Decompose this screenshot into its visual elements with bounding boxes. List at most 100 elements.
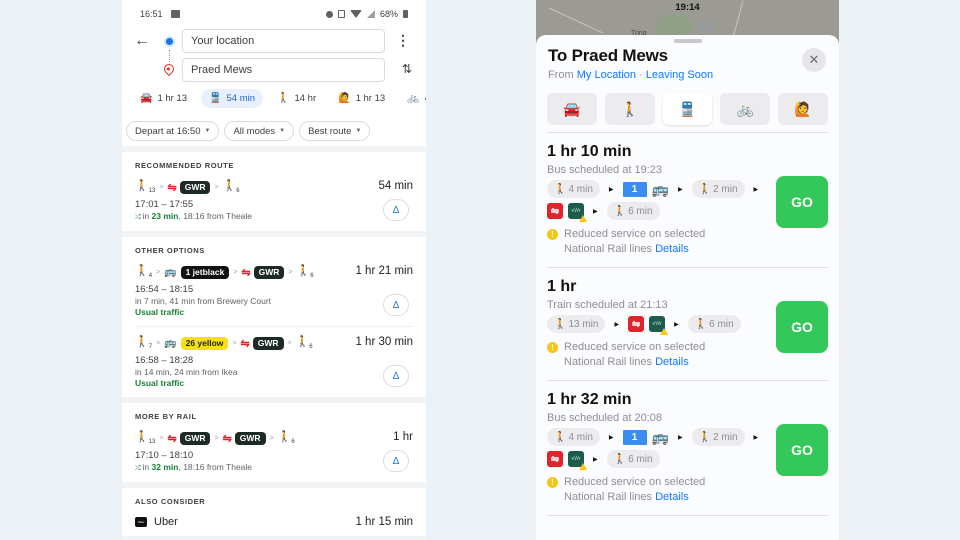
live-icon: ⤮: [135, 214, 143, 221]
mode-tab-bike[interactable]: 🚲 4 h: [399, 89, 426, 108]
start-navigation-button[interactable]: Δ: [383, 450, 409, 472]
route-duration: 1 hr: [547, 278, 577, 295]
mode-tab-transit[interactable]: 🚆: [662, 93, 713, 125]
start-navigation-button[interactable]: Δ: [383, 365, 409, 387]
modes-chip[interactable]: All modes ▼: [224, 121, 295, 141]
national-rail-icon: ⇋: [167, 181, 176, 194]
national-rail-icon: ⇋: [547, 203, 563, 219]
mode-tab-drive[interactable]: 🚘: [547, 93, 597, 125]
ride-hailing-icon: 🙋: [338, 93, 351, 104]
operator-icon: eWr: [649, 316, 669, 335]
chip-label: Depart at 16:50: [135, 125, 201, 137]
route-departure-info: ⤮ in 23 min, 18:16 from Theale: [135, 211, 253, 221]
walk-icon: 🚶: [554, 183, 567, 195]
walk-step: 🚶 6 min: [606, 202, 660, 220]
traffic-status: Usual traffic: [135, 307, 185, 317]
chevron-down-icon: ▼: [279, 128, 286, 134]
route-schedule: Bus scheduled at 19:23: [547, 164, 662, 176]
mode-tab-ride[interactable]: 🙋: [778, 93, 828, 125]
mode-tab-walk[interactable]: 🚶: [604, 93, 655, 125]
details-link[interactable]: Details: [655, 356, 689, 368]
directions-sheet: To Praed Mews From My Location · Leaving…: [536, 35, 839, 540]
route-option[interactable]: 🚶13 > ⇋ GWR > ⇋ GWR > 🚶6 1 hr 17:10 – 18…: [135, 431, 413, 482]
close-button[interactable]: ✕: [802, 48, 826, 72]
route-option[interactable]: 1 hr Train scheduled at 21:13 🚶 13 min ▶ …: [547, 268, 828, 381]
alert-text: Reduced service on selected: [564, 341, 706, 353]
mode-tab-walk[interactable]: 🚶 14 hr: [269, 89, 324, 108]
warning-icon: [579, 215, 587, 222]
navigation-arrow-icon: Δ: [392, 204, 400, 216]
go-button[interactable]: GO: [776, 424, 828, 476]
battery-percent: 68%: [379, 9, 398, 19]
uber-label: Uber: [154, 516, 178, 528]
depart-time-chip[interactable]: Depart at 16:50 ▼: [126, 121, 220, 141]
route-option[interactable]: 🚶7 > 🚌 26 yellow > ⇋ GWR > 🚶6 1 hr 30 mi…: [135, 326, 413, 397]
route-preference-chip[interactable]: Best route ▼: [299, 121, 371, 141]
uber-option[interactable]: Uber Uber 1 hr 15 min: [135, 516, 413, 536]
details-link[interactable]: Details: [655, 243, 689, 255]
route-duration: 1 hr: [393, 431, 413, 443]
swap-icon[interactable]: ⇅: [402, 62, 412, 76]
chevron-down-icon: ▼: [355, 128, 362, 134]
leaving-time-link[interactable]: Leaving Soon: [646, 69, 713, 81]
walk-icon: 🚶: [613, 205, 627, 217]
more-by-rail-section: MORE BY RAIL 🚶13 > ⇋ GWR > ⇋ GWR > 🚶6 1 …: [122, 403, 426, 482]
alert-text: National Rail lines: [564, 243, 653, 255]
route-departure-info: ⤮ in 32 min, 18:16 from Theale: [135, 462, 253, 472]
destination-input[interactable]: Praed Mews: [182, 58, 385, 82]
travel-mode-tabs: 🚘 1 hr 13 🚆 54 min 🚶 14 hr 🙋 1 hr 13 🚲 4 h: [132, 89, 426, 108]
national-rail-icon: ⇋: [547, 451, 563, 467]
mode-label: 1 hr 13: [355, 93, 386, 104]
mode-label: 4 h: [425, 93, 426, 104]
route-option[interactable]: 1 hr 10 min Bus scheduled at 19:23 🚶 4 mi…: [547, 133, 828, 268]
from-location-link[interactable]: My Location: [577, 69, 636, 81]
travel-mode-tabs: 🚘 🚶 🚆 🚲 🙋: [547, 93, 828, 125]
mode-tab-ride[interactable]: 🙋 1 hr 13: [330, 89, 393, 108]
bus-icon: 🚌: [164, 337, 177, 349]
mode-tab-drive[interactable]: 🚘 1 hr 13: [132, 89, 195, 108]
route-duration: 1 hr 30 min: [355, 336, 413, 348]
arrow-icon: ▶: [614, 321, 620, 328]
service-alert: ! Reduced service on selected National Ra…: [547, 475, 828, 505]
chip-label: All modes: [233, 125, 276, 137]
route-option[interactable]: 1 hr 32 min Bus scheduled at 20:08 🚶 4 mi…: [547, 381, 828, 516]
live-icon: ⤮: [135, 465, 143, 472]
uber-duration: 1 hr 15 min: [355, 516, 413, 528]
ride-hailing-icon: 🙋: [794, 100, 812, 117]
sheet-grabber[interactable]: [673, 39, 702, 43]
national-rail-icon: ⇋: [222, 432, 232, 445]
google-maps-phone: 16:51 68% ← Your location Praed Mews ⋮ ⇅…: [122, 0, 426, 540]
details-link[interactable]: Details: [655, 491, 689, 503]
warning-icon: [660, 328, 669, 335]
back-arrow-icon[interactable]: ←: [134, 32, 150, 50]
status-bar: 16:51 68%: [140, 7, 408, 21]
start-navigation-button[interactable]: Δ: [383, 294, 409, 316]
mode-tab-transit[interactable]: 🚆 54 min: [201, 89, 263, 108]
route-option[interactable]: 🚶4 > 🚌 1 jetblack > ⇋ GWR > 🚶6 1 hr 21 m…: [135, 265, 413, 326]
walk-icon: 🚶7: [135, 336, 153, 351]
mode-tab-cycle[interactable]: 🚲: [720, 93, 771, 125]
go-button[interactable]: GO: [776, 176, 828, 228]
filter-chips: Depart at 16:50 ▼ All modes ▼ Best route ▼: [126, 121, 371, 141]
more-options-icon[interactable]: ⋮: [396, 33, 410, 47]
alert-icon: !: [547, 342, 558, 353]
bike-icon: 🚲: [736, 100, 754, 117]
route-option[interactable]: 🚶13 > ⇋ GWR > 🚶6 54 min 17:01 – 17:55 ⤮ …: [135, 180, 413, 231]
arrow-icon: ▶: [753, 434, 759, 441]
route-duration: 54 min: [378, 180, 413, 192]
route-duration: 1 hr 21 min: [355, 265, 413, 277]
chevron-right-icon: >: [288, 268, 293, 276]
origin-input[interactable]: Your location: [182, 29, 385, 53]
chevron-right-icon: >: [233, 268, 238, 276]
transit-icon: 🚆: [209, 93, 222, 104]
route-duration: 1 hr 32 min: [547, 391, 632, 408]
alert-text: Reduced service on selected: [564, 228, 706, 240]
national-rail-icon: ⇋: [240, 337, 250, 350]
chevron-right-icon: >: [214, 183, 219, 191]
walk-icon: 🚶13: [135, 180, 156, 195]
go-button[interactable]: GO: [776, 301, 828, 353]
chevron-right-icon: >: [232, 339, 237, 347]
chevron-right-icon: >: [269, 434, 274, 442]
walk-icon: 🚶6: [277, 431, 295, 446]
start-navigation-button[interactable]: Δ: [383, 199, 409, 221]
